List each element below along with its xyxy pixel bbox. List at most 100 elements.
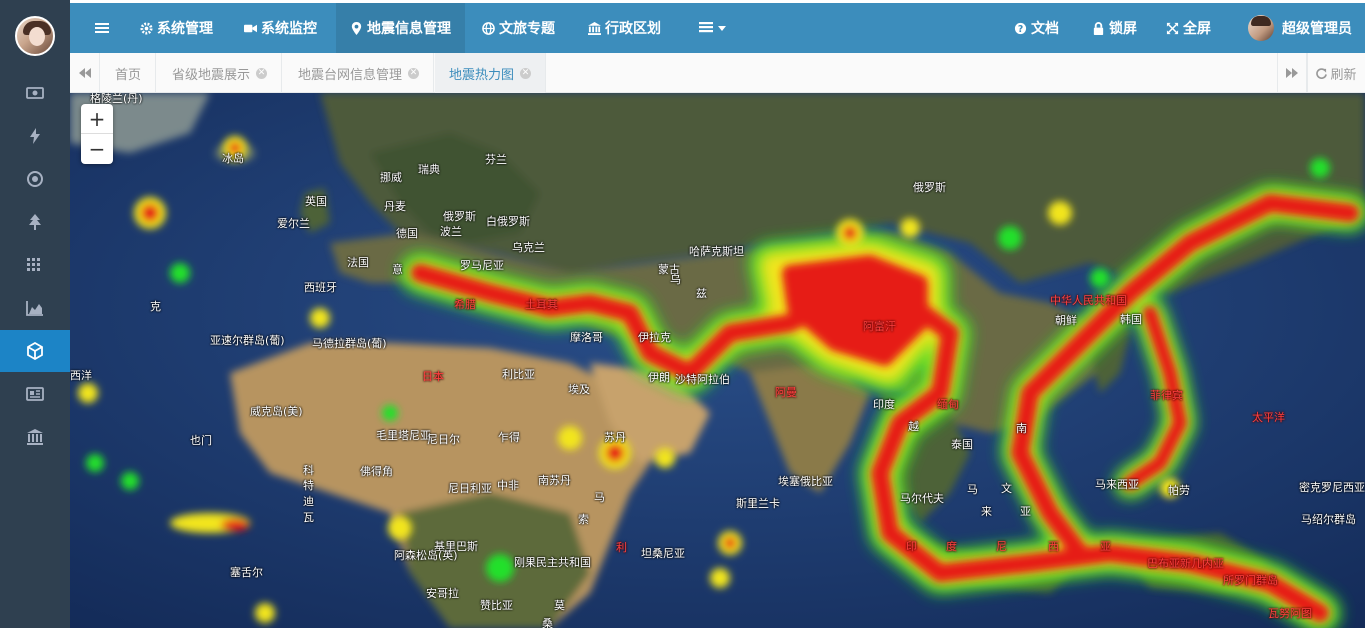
nav-label: 系统管理	[157, 21, 213, 37]
map-label: 冰岛	[222, 152, 244, 165]
map-label: 中非	[497, 479, 519, 492]
map-label: 罗马尼亚	[460, 259, 504, 272]
nav-system-manage[interactable]: 系统管理	[132, 3, 221, 53]
sidebar-item-tree[interactable]	[0, 201, 70, 243]
backward-icon	[78, 68, 91, 78]
zoom-in-button[interactable]: +	[81, 104, 113, 134]
nav-docs[interactable]: ? 文档	[1008, 3, 1065, 53]
map-label: 印度	[873, 398, 895, 411]
map-label: 文	[1001, 482, 1012, 495]
sidebar-item-bank[interactable]	[0, 416, 70, 458]
tab-heatmap[interactable]: 地震热力图 ✕	[435, 53, 547, 93]
expand-icon	[1166, 22, 1179, 34]
nav-label: 行政区划	[605, 21, 661, 37]
close-icon[interactable]: ✕	[256, 67, 268, 79]
sidebar-avatar[interactable]	[15, 16, 55, 56]
map-label: 莫	[554, 599, 565, 612]
nav-system-monitor[interactable]: 系统监控	[236, 3, 325, 53]
sidebar-item-cube[interactable]	[0, 330, 70, 372]
refresh-label: 刷新	[1330, 67, 1357, 83]
tab-home[interactable]: 首页	[101, 53, 157, 93]
map-label: 马	[967, 483, 978, 496]
map-label: 南	[1016, 422, 1027, 435]
nav-fullscreen[interactable]: 全屏	[1160, 3, 1217, 53]
map-label: 刚果民主共和国	[514, 556, 591, 569]
map-label: 埃及	[568, 383, 590, 396]
map-label: 索	[578, 513, 589, 526]
nav-earthquake-info[interactable]: 地震信息管理	[336, 3, 465, 53]
sidebar-item-area-chart[interactable]	[0, 287, 70, 329]
map-label: 希腊	[454, 298, 476, 311]
map-label: 密克罗尼西亚联邦	[1299, 481, 1365, 494]
tab-label: 地震台网信息管理	[298, 67, 403, 83]
map-label: 挪威	[380, 171, 402, 184]
map-label: 中华人民共和国	[1050, 294, 1127, 307]
map-label: 乍得	[498, 431, 520, 444]
close-icon[interactable]: ✕	[408, 67, 420, 79]
refresh-icon	[1316, 67, 1328, 79]
heatmap-map[interactable]: 格陵兰(丹) 冰岛 芬兰 瑞典 挪威 丹麦 英国 爱尔兰 德国 波兰 俄罗斯 白俄罗斯 乌克兰 法国 罗马尼…	[70, 93, 1365, 628]
map-label: 乌克兰	[512, 241, 545, 254]
nav-user-menu[interactable]: 超级管理员	[1240, 3, 1360, 53]
map-label: 马绍尔群岛	[1301, 513, 1356, 526]
nav-more-dropdown[interactable]	[690, 3, 738, 53]
map-label: 俄罗斯	[443, 210, 476, 223]
map-label: 意	[392, 263, 403, 276]
map-label: 越	[908, 420, 919, 433]
list-icon	[699, 22, 713, 33]
map-label: 法国	[347, 256, 369, 269]
gear-icon	[140, 21, 153, 35]
map-label: 兹	[696, 287, 707, 300]
money-icon	[26, 87, 44, 99]
map-label: 也门	[190, 434, 212, 447]
map-label: 塞舌尔	[230, 566, 263, 579]
map-label: 伊朗	[648, 371, 670, 384]
map-base-layer	[70, 93, 1365, 628]
map-label: 安哥拉	[426, 587, 459, 600]
map-label: 亚	[1100, 540, 1111, 553]
close-icon[interactable]: ✕	[520, 67, 532, 79]
refresh-button[interactable]: 刷新	[1307, 53, 1365, 93]
caret-down-icon	[718, 26, 726, 31]
map-label: 瓦努阿图	[1268, 607, 1312, 620]
map-label: 马尔代夫	[900, 492, 944, 505]
user-name: 超级管理员	[1282, 21, 1352, 37]
map-label: 马	[594, 491, 605, 504]
tab-province-earthquake[interactable]: 省级地震展示 ✕	[158, 53, 283, 93]
nav-admin-division[interactable]: 行政区划	[580, 3, 669, 53]
top-navbar: 系统管理 系统监控 地震信息管理 文旅专题 行政区划 ? 文档 锁屏 全屏 超级…	[70, 3, 1365, 53]
map-label: 马来西亚	[1095, 478, 1139, 491]
map-label: 缅甸	[937, 398, 959, 411]
tab-label: 首页	[115, 67, 142, 83]
tab-station-network[interactable]: 地震台网信息管理 ✕	[284, 53, 435, 93]
sidebar-item-grid[interactable]	[0, 244, 70, 286]
nav-label: 地震信息管理	[367, 21, 451, 37]
lock-icon	[1093, 21, 1104, 35]
sidebar-item-target[interactable]	[0, 158, 70, 200]
map-label: 芬兰	[485, 153, 507, 166]
nav-culture-tourism[interactable]: 文旅专题	[474, 3, 563, 53]
zoom-out-button[interactable]: −	[81, 134, 113, 164]
menu-toggle-button[interactable]	[84, 3, 124, 53]
map-label: 帕劳	[1168, 484, 1190, 497]
nav-lock-screen[interactable]: 锁屏	[1086, 3, 1143, 53]
sidebar-item-money[interactable]	[0, 72, 70, 114]
map-label: 南苏丹	[538, 474, 571, 487]
map-label: 沙特阿拉伯	[675, 373, 730, 386]
map-label: 利比亚	[502, 368, 535, 381]
zoom-control: + −	[81, 104, 113, 164]
forward-icon	[1286, 68, 1298, 78]
tabs-scroll-right-button[interactable]	[1277, 53, 1307, 93]
sidebar-item-newspaper[interactable]	[0, 373, 70, 415]
sidebar-item-bolt[interactable]	[0, 115, 70, 157]
svg-text:?: ?	[1018, 23, 1023, 34]
map-label: 佛得角	[360, 465, 393, 478]
grid-icon	[27, 258, 40, 271]
map-label: 来	[981, 505, 992, 518]
map-label: 西洋	[70, 369, 92, 382]
map-marker-icon	[351, 21, 362, 35]
map-label: 西班牙	[304, 281, 337, 294]
map-label: 德国	[396, 227, 418, 240]
map-label: 泰国	[951, 438, 973, 451]
tabs-scroll-left-button[interactable]	[70, 53, 100, 93]
